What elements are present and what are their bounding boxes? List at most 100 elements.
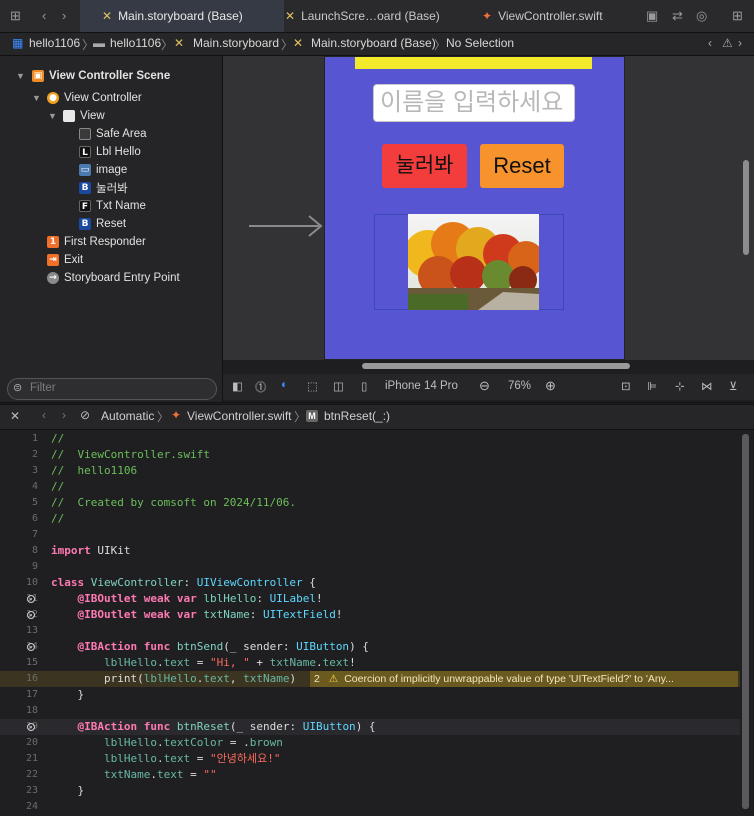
code-line[interactable]: 18 bbox=[0, 703, 740, 719]
breadcrumb-selection[interactable]: No Selection bbox=[446, 36, 514, 50]
outline-item-exit[interactable]: ⇥ Exit bbox=[47, 252, 83, 268]
zoom-in-icon[interactable]: ⊕ bbox=[545, 378, 556, 394]
line-number[interactable]: 2 bbox=[0, 447, 38, 463]
orientation-icon[interactable]: ⬚ bbox=[307, 379, 318, 393]
code-text[interactable]: lblHello.text = "안녕하세요!" bbox=[51, 751, 280, 767]
reset-button[interactable]: Reset bbox=[480, 144, 564, 188]
back-arrow-icon[interactable]: ‹ bbox=[42, 8, 46, 23]
next-issue-icon[interactable]: › bbox=[738, 36, 742, 50]
device-icon[interactable]: ▯ bbox=[361, 379, 367, 393]
disclosure-triangle-icon[interactable]: ▼ bbox=[16, 71, 25, 81]
code-line[interactable]: 13 bbox=[0, 623, 740, 639]
code-line[interactable]: 5 // Created by comsoft on 2024/11/06. bbox=[0, 495, 740, 511]
breadcrumb-storyboard[interactable]: Main.storyboard bbox=[193, 36, 279, 50]
outline-item-view[interactable]: View bbox=[63, 108, 105, 124]
code-text[interactable]: // bbox=[51, 431, 64, 447]
line-number[interactable]: 18 bbox=[0, 703, 38, 719]
outline-item-lbl-hello[interactable]: L Lbl Hello bbox=[79, 144, 141, 160]
line-number[interactable]: 24 bbox=[0, 799, 38, 815]
line-number[interactable]: 5 bbox=[0, 495, 38, 511]
tab-main-storyboard[interactable]: ✕ Main.storyboard (Base) bbox=[80, 0, 284, 32]
warning-nav-icon[interactable]: ⚠ bbox=[722, 36, 733, 50]
filter-field[interactable]: ⊜ Filter bbox=[7, 378, 217, 400]
line-number[interactable]: 3 bbox=[0, 463, 38, 479]
breadcrumb-storyboard-base[interactable]: Main.storyboard (Base) bbox=[311, 36, 436, 50]
code-line[interactable]: 9 bbox=[0, 559, 740, 575]
code-line[interactable]: 6 // bbox=[0, 511, 740, 527]
device-name[interactable]: iPhone 14 Pro bbox=[385, 380, 458, 392]
previous-issue-icon[interactable]: ‹ bbox=[708, 36, 712, 50]
code-text[interactable]: } bbox=[51, 783, 84, 799]
canvas-vertical-scrollbar[interactable] bbox=[743, 160, 749, 255]
connection-circle-icon[interactable] bbox=[27, 723, 35, 731]
outline-item-safe-area[interactable]: Safe Area bbox=[79, 126, 147, 142]
disclosure-triangle-icon[interactable]: ▼ bbox=[32, 93, 41, 103]
line-number[interactable]: 4 bbox=[0, 479, 38, 495]
code-line[interactable]: 11 @IBOutlet weak var lblHello: UILabel! bbox=[0, 591, 740, 607]
outline-item-first-responder[interactable]: 1 First Responder bbox=[47, 234, 146, 250]
outline-item-image[interactable]: ▭ image bbox=[79, 162, 127, 178]
view-controller-scene[interactable]: 이름을 입력하세요 눌러봐 Reset bbox=[324, 56, 625, 360]
code-text[interactable]: // Created by comsoft on 2024/11/06. bbox=[51, 495, 296, 511]
line-number[interactable]: 10 bbox=[0, 575, 38, 591]
assistant-mode[interactable]: Automatic bbox=[101, 409, 154, 423]
line-number[interactable]: 23 bbox=[0, 783, 38, 799]
code-line[interactable]: 7 bbox=[0, 527, 740, 543]
code-line[interactable]: 24 bbox=[0, 799, 740, 815]
connection-circle-icon[interactable] bbox=[27, 643, 35, 651]
connection-circle-icon[interactable] bbox=[27, 611, 35, 619]
tab-launchscreen[interactable]: ✕ LaunchScre…oard (Base) bbox=[263, 0, 480, 32]
code-line[interactable]: 14 @IBAction func btnSend(_ sender: UIBu… bbox=[0, 639, 740, 655]
code-line[interactable]: 22 txtName.text = "" bbox=[0, 767, 740, 783]
embed-in-icon[interactable]: ⊻ bbox=[729, 379, 737, 393]
code-text[interactable]: // ViewController.swift bbox=[51, 447, 210, 463]
code-text[interactable]: // bbox=[51, 479, 64, 495]
code-line[interactable]: 21 lblHello.text = "안녕하세요!" bbox=[0, 751, 740, 767]
tab-viewcontroller-swift[interactable]: ✦ ViewController.swift bbox=[460, 0, 652, 32]
align-icon[interactable]: ⊫ bbox=[647, 379, 657, 393]
canvas-horizontal-scrollbar[interactable] bbox=[362, 363, 630, 369]
code-text[interactable]: txtName.text = "" bbox=[51, 767, 217, 783]
code-line[interactable]: 12 @IBOutlet weak var txtName: UITextFie… bbox=[0, 607, 740, 623]
code-text[interactable]: // bbox=[51, 511, 64, 527]
code-line[interactable]: 10 class ViewController: UIViewController… bbox=[0, 575, 740, 591]
dark-mode-icon[interactable]: ◐ bbox=[281, 379, 288, 391]
code-line[interactable]: 16 print(lblHello.text, txtName) 2 ⚠ Coer… bbox=[0, 671, 740, 687]
send-button[interactable]: 눌러봐 bbox=[382, 144, 467, 188]
code-editor[interactable]: 1 // 2 // ViewController.swift 3 // hello1106… bbox=[0, 430, 754, 816]
forward-arrow-icon[interactable]: › bbox=[62, 408, 66, 422]
back-arrow-icon[interactable]: ‹ bbox=[42, 408, 46, 422]
line-number[interactable]: 22 bbox=[0, 767, 38, 783]
line-number[interactable]: 13 bbox=[0, 623, 38, 639]
line-number[interactable]: 7 bbox=[0, 527, 38, 543]
txt-name-field[interactable]: 이름을 입력하세요 bbox=[373, 84, 575, 122]
code-text[interactable]: import UIKit bbox=[51, 543, 131, 559]
line-number[interactable]: 9 bbox=[0, 559, 38, 575]
resolve-issues-icon[interactable]: ⋈ bbox=[701, 379, 713, 393]
code-text[interactable]: @IBAction func btnSend(_ sender: UIButto… bbox=[51, 639, 369, 655]
code-line[interactable]: 1 // bbox=[0, 431, 740, 447]
close-icon[interactable]: ✕ bbox=[10, 409, 20, 423]
zoom-out-icon[interactable]: ⊖ bbox=[479, 378, 490, 394]
breadcrumb-project[interactable]: hello1106 bbox=[29, 36, 80, 50]
disclosure-triangle-icon[interactable]: ▼ bbox=[48, 111, 57, 121]
canvas-icon[interactable]: ▣ bbox=[646, 8, 658, 24]
line-number[interactable]: 15 bbox=[0, 655, 38, 671]
lbl-hello-label[interactable] bbox=[355, 57, 592, 69]
outline-item-txt-name[interactable]: F Txt Name bbox=[79, 198, 146, 214]
breadcrumb-swift-file[interactable]: ViewController.swift bbox=[187, 409, 291, 423]
code-line[interactable]: 20 lblHello.textColor = .brown bbox=[0, 735, 740, 751]
line-number[interactable]: 21 bbox=[0, 751, 38, 767]
line-number[interactable]: 6 bbox=[0, 511, 38, 527]
code-text[interactable]: class ViewController: UIViewController { bbox=[51, 575, 316, 591]
add-editor-icon[interactable]: ⊞ bbox=[732, 8, 743, 24]
code-line[interactable]: 3 // hello1106 bbox=[0, 463, 740, 479]
code-text[interactable]: // hello1106 bbox=[51, 463, 137, 479]
code-line[interactable]: 4 // bbox=[0, 479, 740, 495]
breadcrumb-method[interactable]: btnReset(_:) bbox=[324, 409, 390, 423]
grid-icon[interactable]: ⊞ bbox=[10, 8, 21, 24]
code-line[interactable]: 19 @IBAction func btnReset(_ sender: UIB… bbox=[0, 719, 740, 735]
line-number[interactable]: 20 bbox=[0, 735, 38, 751]
outline-item-entry-point[interactable]: → Storyboard Entry Point bbox=[47, 270, 180, 286]
code-text[interactable]: @IBAction func btnReset(_ sender: UIButt… bbox=[51, 719, 376, 735]
